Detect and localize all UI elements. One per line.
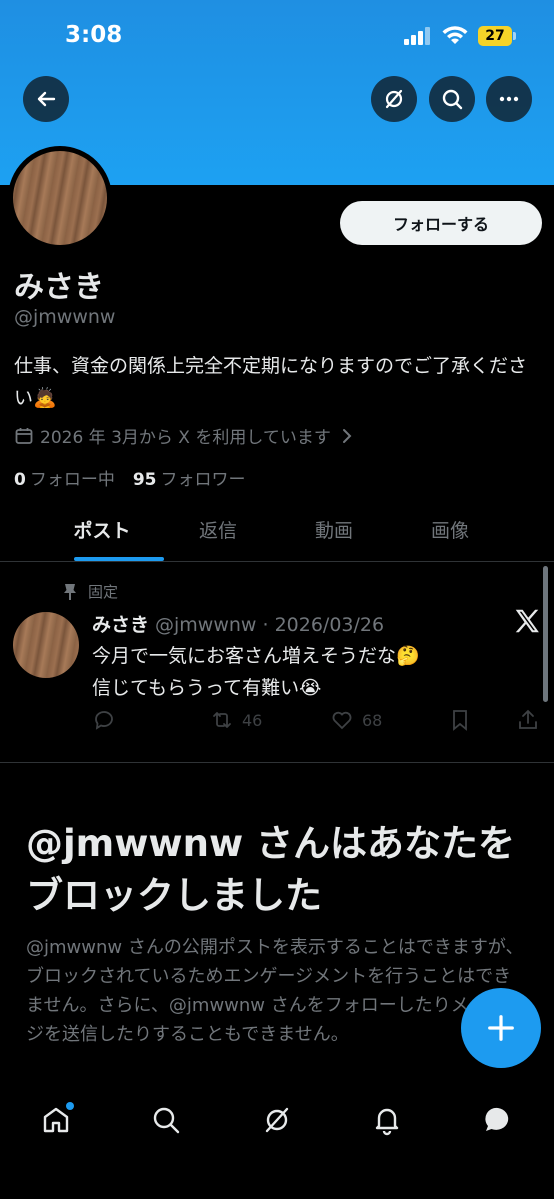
- profile-tabs: ポスト 返信 動画 画像: [0, 505, 554, 562]
- arrow-left-icon: [37, 91, 56, 107]
- post-actions: 46 68: [92, 708, 542, 736]
- nav-notifications[interactable]: [367, 1100, 407, 1140]
- bottom-nav: [0, 1080, 554, 1199]
- battery-level: 27: [478, 26, 512, 46]
- tab-images[interactable]: 画像: [392, 505, 508, 561]
- chevron-right-icon: [342, 428, 352, 443]
- tab-replies[interactable]: 返信: [160, 505, 276, 561]
- follow-counts: 0 フォロー中 95 フォロワー: [14, 465, 246, 490]
- pin-icon: [64, 583, 76, 600]
- post-body: 今月で一気にお客さん増えそうだな🤔 信じてもらうって有難い😭: [92, 640, 420, 704]
- tab-posts[interactable]: ポスト: [44, 505, 164, 561]
- reply-button[interactable]: [92, 708, 116, 732]
- plus-icon: [488, 1015, 514, 1041]
- search-icon: [442, 89, 463, 110]
- post-line-1: 今月で一気にお客さん増えそうだな🤔: [92, 645, 420, 667]
- more-horizontal-icon: [499, 96, 519, 102]
- nav-grok[interactable]: [257, 1100, 297, 1140]
- grok-button[interactable]: [371, 76, 417, 122]
- notification-dot: [66, 1102, 74, 1110]
- post-avatar[interactable]: [13, 612, 79, 678]
- pinned-indicator: 固定: [62, 581, 118, 602]
- pinned-label: 固定: [88, 583, 119, 601]
- compose-post-button[interactable]: [461, 988, 541, 1068]
- joined-text: 2026 年 3月から X を利用しています: [40, 428, 331, 448]
- repost-button[interactable]: 46: [210, 708, 262, 732]
- reply-icon: [95, 711, 113, 730]
- status-bar: 3:08 27: [0, 0, 554, 74]
- scrollbar[interactable]: [543, 566, 548, 702]
- post-line-2: 信じてもらうって有難い😭: [92, 677, 322, 699]
- repost-icon: [213, 712, 231, 728]
- divider: [0, 762, 554, 763]
- nav-messages[interactable]: [478, 1100, 518, 1140]
- x-logo-icon: [515, 609, 539, 633]
- repost-count: 46: [242, 710, 263, 730]
- heart-icon: [332, 711, 352, 730]
- follow-button[interactable]: フォローする: [340, 201, 542, 245]
- post-author[interactable]: みさき: [92, 614, 149, 636]
- bookmark-icon: [453, 710, 467, 731]
- share-icon: [519, 709, 537, 729]
- tab-videos[interactable]: 動画: [276, 505, 392, 561]
- chat-bubble-icon: [485, 1107, 509, 1131]
- followers-link[interactable]: 95 フォロワー: [133, 465, 246, 490]
- bookmark-button[interactable]: [448, 708, 472, 732]
- signal-icon: [404, 27, 434, 45]
- like-count: 68: [362, 710, 383, 730]
- post-meta: @jmwwnw · 2026/03/26: [155, 614, 385, 636]
- back-button[interactable]: [23, 76, 69, 122]
- share-button[interactable]: [516, 708, 540, 732]
- like-button[interactable]: 68: [330, 708, 382, 732]
- nav-search[interactable]: [146, 1100, 186, 1140]
- following-link[interactable]: 0 フォロー中: [14, 465, 115, 490]
- more-button[interactable]: [486, 76, 532, 122]
- profile-avatar[interactable]: [8, 146, 112, 250]
- joined-date[interactable]: 2026 年 3月から X を利用しています: [14, 423, 357, 448]
- grok-icon: [265, 1107, 289, 1133]
- battery-icon: 27: [478, 26, 516, 46]
- nav-home[interactable]: [36, 1100, 76, 1140]
- bell-icon: [375, 1108, 399, 1136]
- status-time: 3:08: [65, 22, 123, 48]
- search-button[interactable]: [429, 76, 475, 122]
- profile-handle: @jmwwnw: [14, 306, 116, 328]
- profile-name: みさき: [14, 270, 104, 305]
- post-header: みさき @jmwwnw · 2026/03/26: [92, 610, 384, 637]
- search-icon: [153, 1107, 180, 1134]
- profile-bio: 仕事、資金の関係上完全不定期になりますのでご了承ください🙇: [14, 355, 528, 409]
- block-notice-title: @jmwwnw さんはあなたをブロックしました: [26, 822, 516, 917]
- calendar-icon: [15, 427, 33, 444]
- grok-icon: [385, 89, 403, 109]
- block-notice-description: @jmwwnw さんの公開ポストを表示することはできますが、ブロックされているた…: [26, 937, 524, 1045]
- wifi-icon: [442, 26, 468, 44]
